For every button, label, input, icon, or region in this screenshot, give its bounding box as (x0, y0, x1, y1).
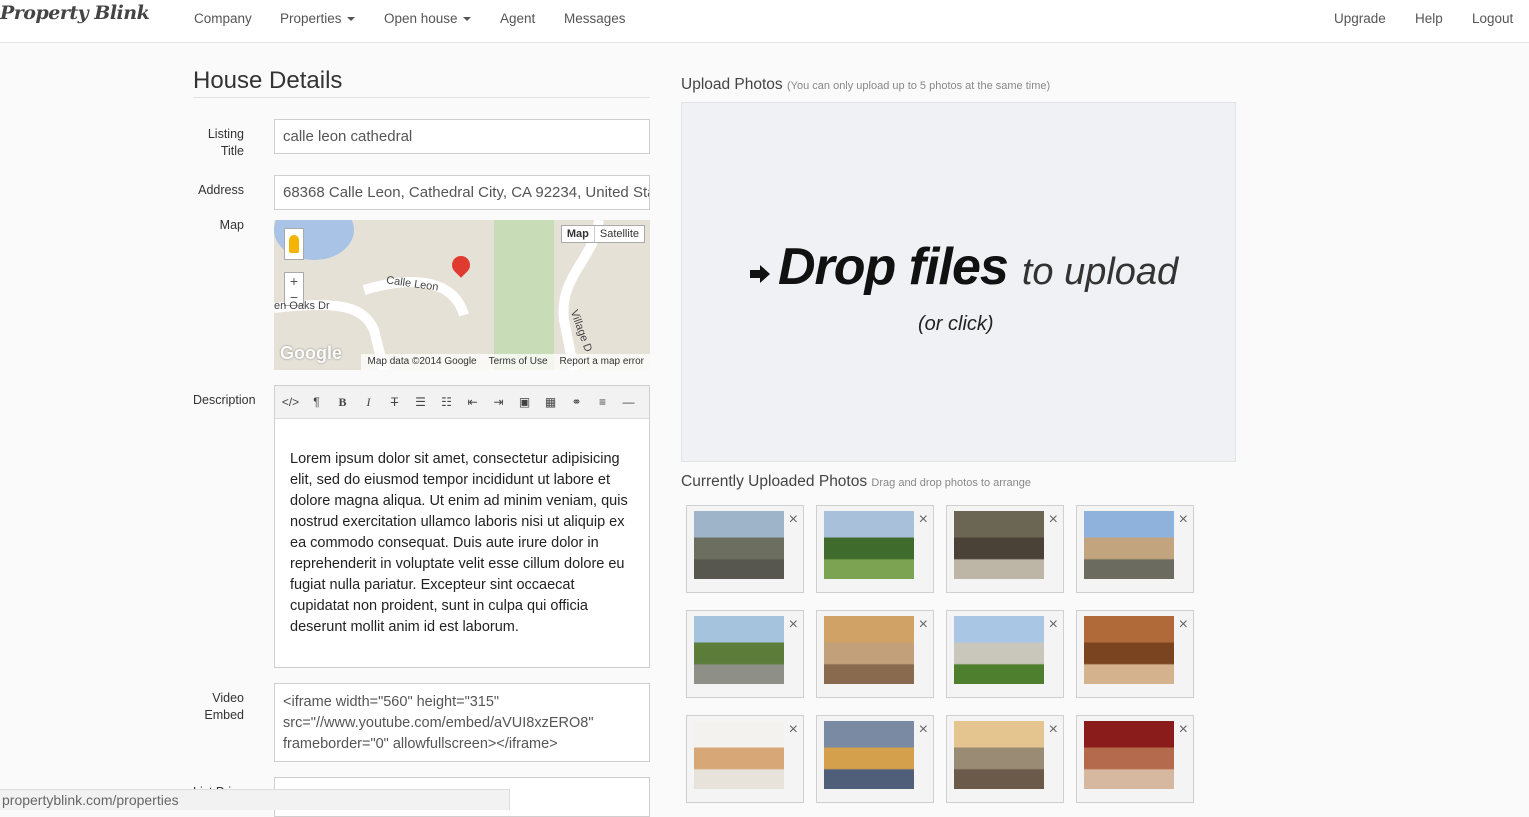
dropzone-hint: (or click) (918, 313, 994, 335)
property-photo (954, 721, 1044, 789)
remove-photo-icon[interactable]: × (1049, 512, 1058, 528)
nav-open-house-dropdown[interactable]: Open house (384, 11, 471, 26)
location-map[interactable]: + − Map Satellite Calle Leon en Oaks Dr … (274, 220, 650, 370)
uploaded-photo-thumbnail[interactable]: × (1076, 715, 1194, 803)
nav-properties-dropdown[interactable]: Properties (280, 11, 355, 26)
status-bar-url: propertyblink.com/properties (0, 789, 510, 810)
remove-photo-icon[interactable]: × (919, 617, 928, 633)
description-label: Description (193, 393, 256, 407)
top-navbar: Property Blink Company Properties Open h… (0, 0, 1529, 43)
description-editor: </> ¶ B I T ☰ ☷ ⇤ ⇥ ▣ ▦ ⚭ ≡ — Lorem ipsu… (274, 385, 650, 668)
terms-of-use-link[interactable]: Terms of Use (489, 354, 548, 370)
uploaded-photo-thumbnail[interactable]: × (946, 505, 1064, 593)
nav-help[interactable]: Help (1415, 11, 1443, 26)
address-label: Address (198, 183, 244, 197)
listing-title-label: Listing Title (207, 127, 244, 158)
map-type-control: Map Satellite (560, 225, 645, 243)
property-photo (824, 721, 914, 789)
align-icon[interactable]: ≡ (593, 393, 612, 412)
remove-photo-icon[interactable]: × (1049, 722, 1058, 738)
ordered-list-icon[interactable]: ☷ (437, 393, 456, 412)
outdent-icon[interactable]: ⇤ (463, 393, 482, 412)
street-view-pegman-icon[interactable] (284, 228, 304, 260)
map-label: Map (219, 218, 244, 232)
photo-dropzone[interactable]: Drop files to upload (or click) (681, 102, 1236, 462)
property-photo (824, 616, 914, 684)
uploaded-photo-thumbnail[interactable]: × (816, 715, 934, 803)
map-type-satellite-button[interactable]: Satellite (595, 226, 644, 242)
nav-company[interactable]: Company (194, 11, 252, 26)
remove-photo-icon[interactable]: × (789, 617, 798, 633)
uploaded-photo-thumbnail[interactable]: × (686, 505, 804, 593)
property-photo (824, 511, 914, 579)
map-type-map-button[interactable]: Map (562, 226, 595, 242)
horizontal-rule-icon[interactable]: — (619, 393, 638, 412)
remove-photo-icon[interactable]: × (1179, 722, 1188, 738)
map-footer: Map data ©2014 Google Terms of Use Repor… (361, 354, 650, 370)
report-map-error-link[interactable]: Report a map error (560, 354, 644, 370)
strikethrough-icon[interactable]: T (385, 393, 404, 412)
paragraph-icon[interactable]: ¶ (307, 393, 326, 412)
indent-icon[interactable]: ⇥ (489, 393, 508, 412)
remove-photo-icon[interactable]: × (789, 722, 798, 738)
property-photo (694, 511, 784, 579)
street-label: en Oaks Dr (274, 300, 330, 312)
address-input[interactable]: 68368 Calle Leon, Cathedral City, CA 922… (274, 175, 650, 210)
brand-logo[interactable]: Property Blink (0, 2, 150, 24)
remove-photo-icon[interactable]: × (1179, 617, 1188, 633)
property-photo (1084, 511, 1174, 579)
unordered-list-icon[interactable]: ☰ (411, 393, 430, 412)
property-photo (1084, 721, 1174, 789)
remove-photo-icon[interactable]: × (919, 722, 928, 738)
uploaded-photo-thumbnail[interactable]: × (686, 715, 804, 803)
uploaded-photo-thumbnail[interactable]: × (1076, 505, 1194, 593)
italic-icon[interactable]: I (359, 393, 378, 412)
google-logo: Google (280, 343, 342, 363)
zoom-in-button[interactable]: + (285, 273, 303, 289)
property-photo (694, 721, 784, 789)
bold-icon[interactable]: B (333, 393, 352, 412)
nav-logout[interactable]: Logout (1472, 11, 1513, 26)
uploaded-photo-thumbnail[interactable]: × (946, 715, 1064, 803)
uploaded-photos-heading: Currently Uploaded Photos Drag and drop … (681, 473, 1032, 490)
video-embed-label: Video Embed (204, 691, 244, 722)
caret-down-icon (346, 17, 355, 22)
remove-photo-icon[interactable]: × (1049, 617, 1058, 633)
property-photo (954, 616, 1044, 684)
remove-photo-icon[interactable]: × (1179, 512, 1188, 528)
arrow-right-icon (750, 265, 770, 283)
listing-title-input[interactable]: calle leon cathedral (274, 119, 650, 154)
map-data-credit: Map data ©2014 Google (367, 356, 477, 367)
html-icon[interactable]: </> (281, 393, 300, 412)
uploaded-photo-thumbnail[interactable]: × (816, 505, 934, 593)
dropzone-title: Drop files (778, 238, 1009, 296)
property-photo (1084, 616, 1174, 684)
nav-messages[interactable]: Messages (564, 11, 626, 26)
table-icon[interactable]: ▦ (541, 393, 560, 412)
remove-photo-icon[interactable]: × (789, 512, 798, 528)
uploaded-photo-thumbnail[interactable]: × (1076, 610, 1194, 698)
uploaded-photo-thumbnail[interactable]: × (686, 610, 804, 698)
nav-upgrade[interactable]: Upgrade (1334, 11, 1386, 26)
editor-content[interactable]: Lorem ipsum dolor sit amet, consectetur … (275, 419, 649, 648)
title-divider (193, 97, 650, 98)
remove-photo-icon[interactable]: × (919, 512, 928, 528)
upload-photos-heading: Upload Photos (You can only upload up to… (681, 76, 1051, 93)
property-photo (954, 511, 1044, 579)
uploaded-photo-thumbnail[interactable]: × (946, 610, 1064, 698)
nav-agent[interactable]: Agent (500, 11, 535, 26)
uploaded-photo-thumbnail[interactable]: × (816, 610, 934, 698)
link-icon[interactable]: ⚭ (567, 393, 586, 412)
editor-toolbar: </> ¶ B I T ☰ ☷ ⇤ ⇥ ▣ ▦ ⚭ ≡ — (275, 386, 649, 419)
dropzone-subtitle: to upload (1021, 251, 1179, 293)
page-title: House Details (193, 67, 343, 94)
image-icon[interactable]: ▣ (515, 393, 534, 412)
property-photo (694, 616, 784, 684)
video-embed-textarea[interactable]: <iframe width="560" height="315" src="//… (274, 683, 650, 762)
caret-down-icon (462, 17, 471, 22)
